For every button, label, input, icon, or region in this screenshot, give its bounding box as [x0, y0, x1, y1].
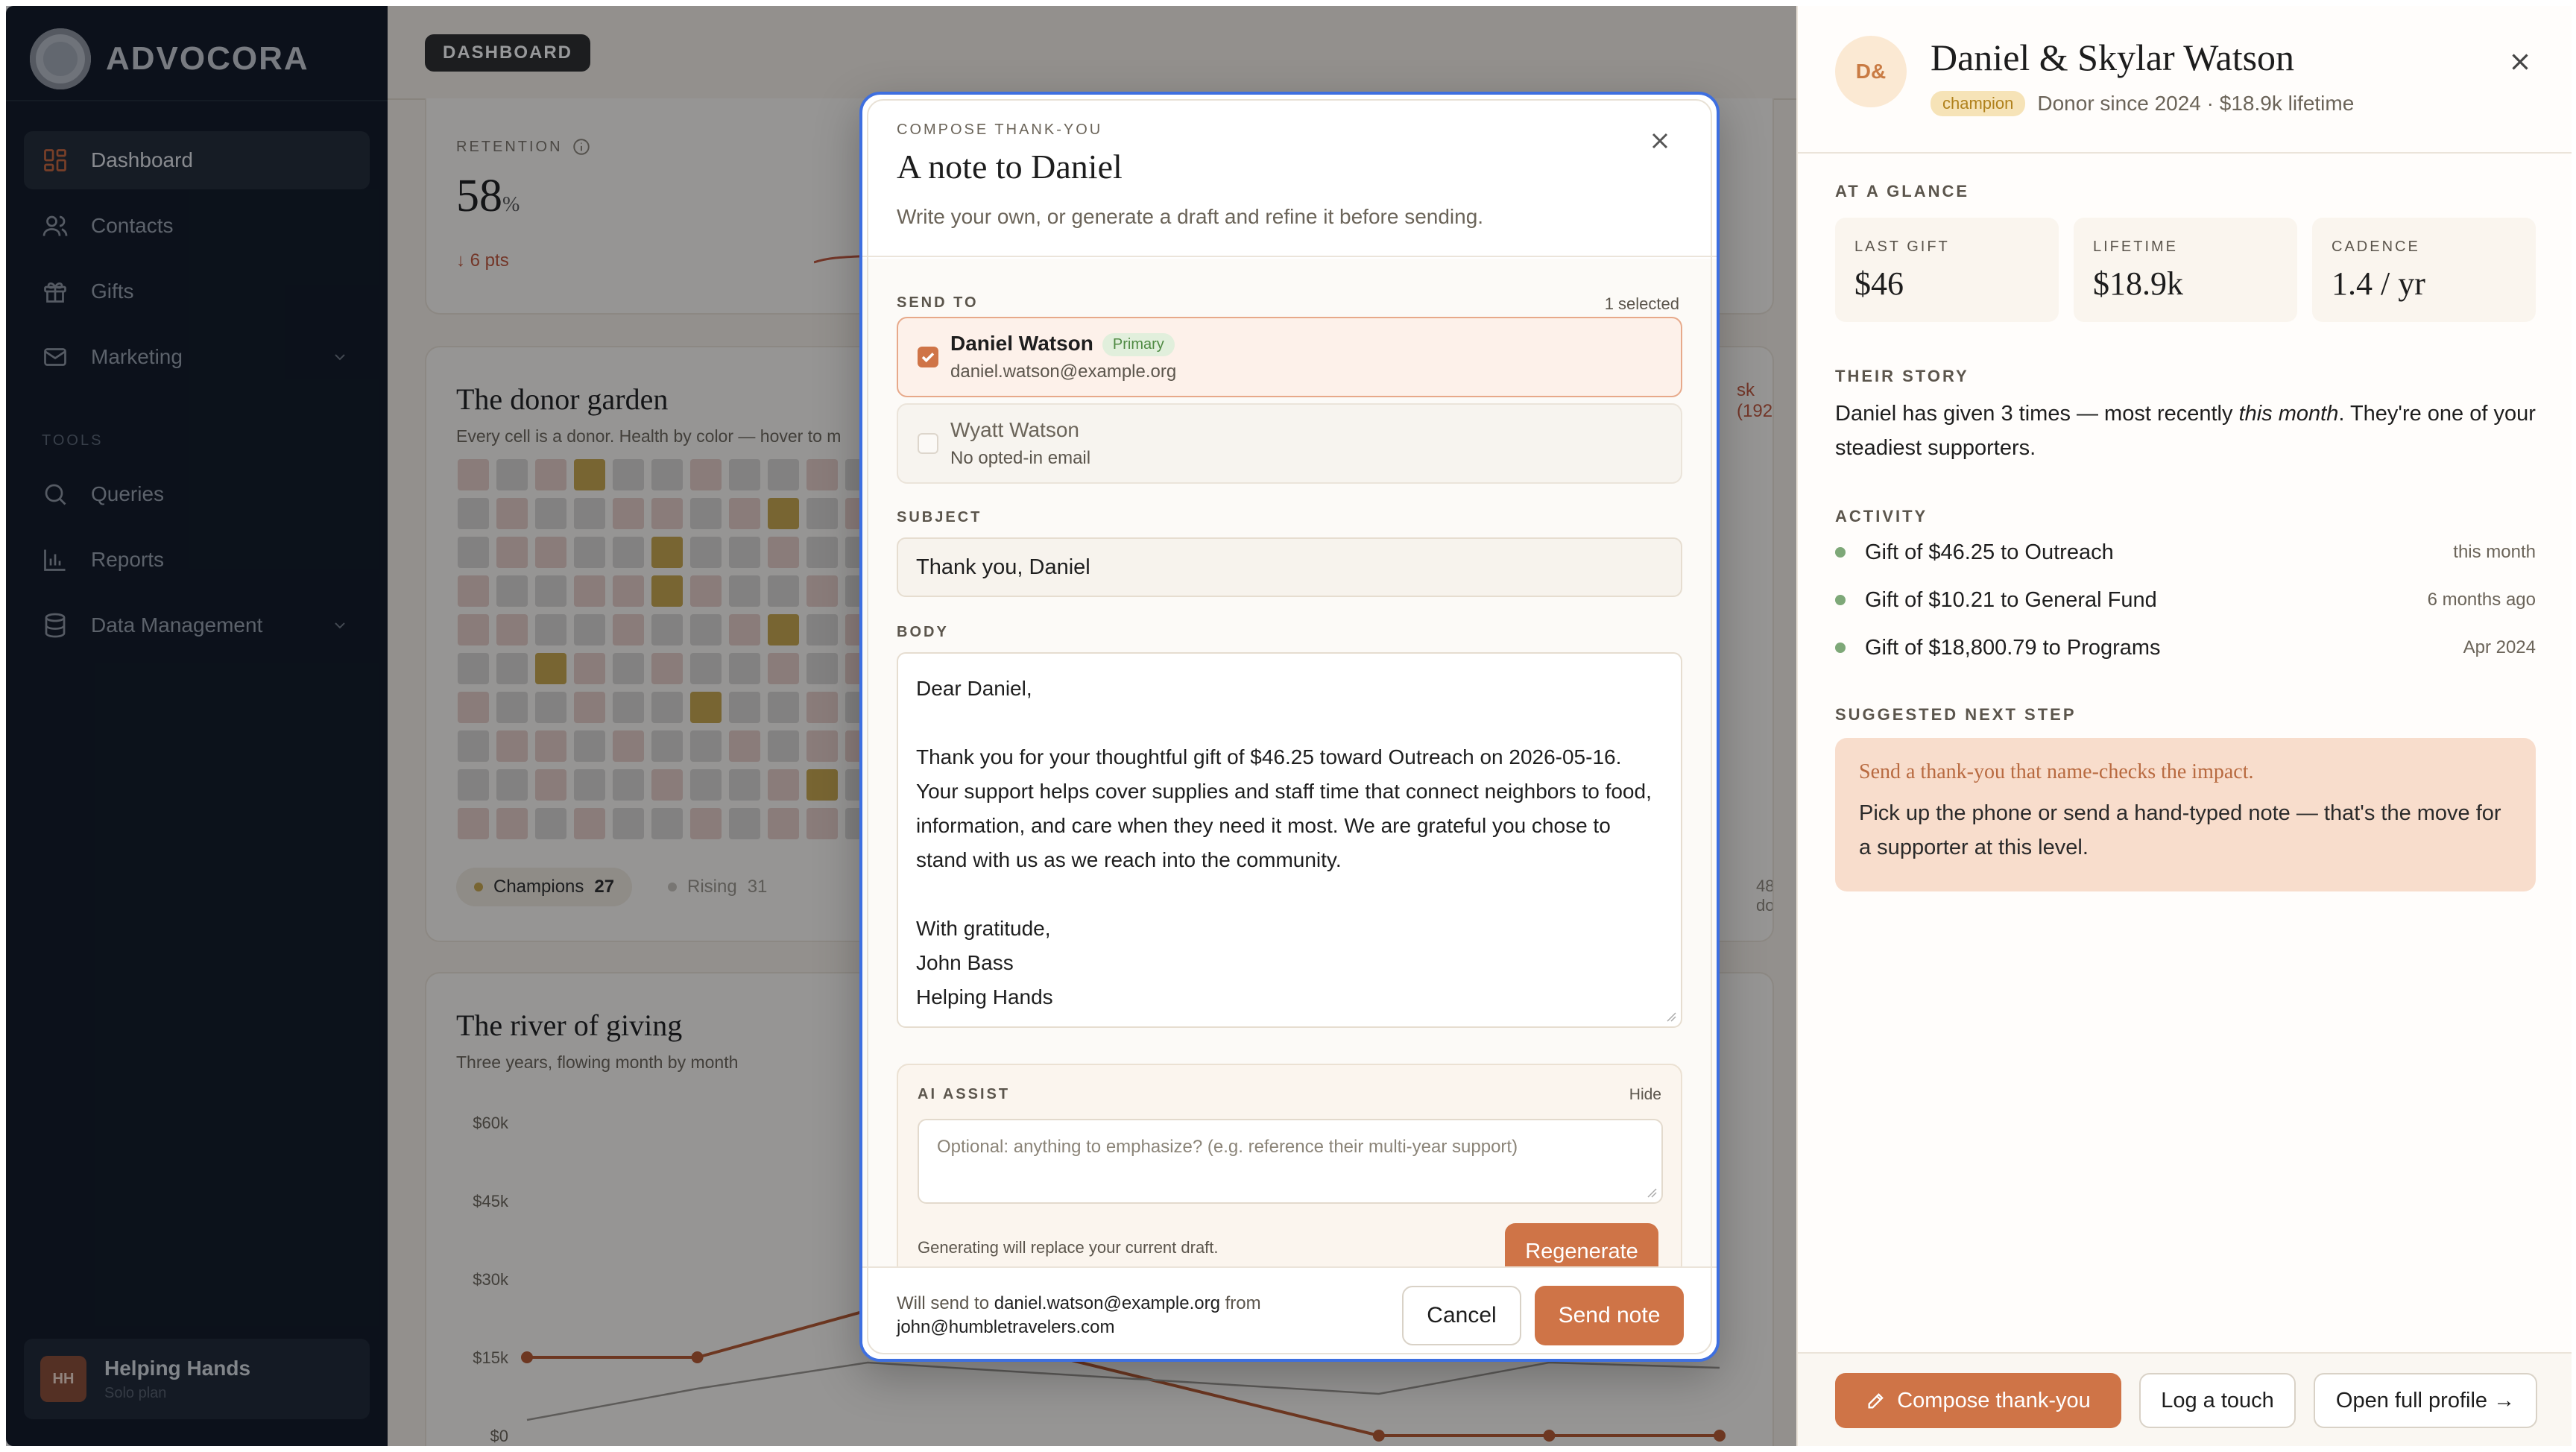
recipient-email: daniel.watson@example.org [950, 362, 1177, 382]
modal-header: COMPOSE THANK-YOU A note to Daniel Write… [862, 95, 1717, 257]
checkbox-checked[interactable] [918, 347, 938, 367]
subject-label: SUBJECT [897, 509, 982, 525]
ai-assist-panel: AI ASSIST Hide Optional: anything to emp… [897, 1064, 1682, 1266]
ai-assist-label: AI ASSIST [918, 1086, 1011, 1102]
activity-item: Gift of $46.25 to Outreach this month [1835, 534, 2536, 571]
send-note-button[interactable]: Send note [1535, 1286, 1684, 1345]
modal-title: A note to Daniel [897, 148, 1123, 186]
recipient-name: Daniel Watson [950, 332, 1093, 355]
panel-footer: Compose thank-you Log a touch Open full … [1798, 1352, 2572, 1446]
stat-lifetime: LIFETIME $18.9k [2074, 218, 2297, 322]
activity-label: ACTIVITY [1835, 507, 1928, 525]
stat-last-gift: LAST GIFT $46 [1835, 218, 2059, 322]
donor-avatar: D& [1835, 36, 1907, 107]
stat-label: LIFETIME [2093, 239, 2179, 255]
modal-kicker: COMPOSE THANK-YOU [897, 121, 1103, 138]
activity-text: Gift of $18,800.79 to Programs [1865, 635, 2161, 660]
activity-when: 6 months ago [2427, 590, 2536, 610]
story-text: Daniel has given 3 times — most recently [1835, 402, 2239, 426]
open-full-profile-button[interactable]: Open full profile → [2314, 1373, 2537, 1428]
cancel-button[interactable]: Cancel [1402, 1286, 1521, 1345]
ai-hide-link[interactable]: Hide [1629, 1086, 1661, 1104]
activity-when: this month [2453, 542, 2536, 562]
story-emphasis: this month [2238, 402, 2339, 426]
donor-story: Daniel has given 3 times — most recently… [1835, 397, 2536, 465]
resize-handle-icon[interactable] [1664, 1010, 1676, 1022]
close-icon[interactable] [2506, 48, 2534, 76]
activity-dot [1835, 595, 1846, 605]
recipient-email: No opted-in email [950, 448, 1091, 468]
champion-badge: champion [1931, 91, 2026, 116]
stat-value: $46 [1854, 265, 1904, 302]
recipient-wyatt: Wyatt Watson No opted-in email [897, 403, 1682, 484]
donor-profile-panel: D& Daniel & Skylar Watson champion Donor… [1796, 6, 2572, 1446]
activity-text: Gift of $46.25 to Outreach [1865, 540, 2114, 564]
close-icon[interactable] [1647, 127, 1673, 154]
next-step-description: Pick up the phone or send a hand-typed n… [1859, 801, 2501, 859]
button-label: Compose thank-you [1897, 1388, 2091, 1412]
send-prefix: Will send to [897, 1293, 990, 1313]
ai-prompt-input[interactable]: Optional: anything to emphasize? (e.g. r… [918, 1119, 1663, 1204]
modal-footer: Will send to daniel.watson@example.org f… [862, 1266, 1717, 1359]
ai-prompt-placeholder: Optional: anything to emphasize? (e.g. r… [937, 1137, 1518, 1157]
regenerate-button[interactable]: Regenerate [1505, 1223, 1658, 1266]
stat-value: $18.9k [2093, 265, 2183, 302]
panel-divider [1798, 152, 2572, 154]
recipient-daniel[interactable]: Daniel Watson Primary daniel.watson@examp… [897, 317, 1682, 397]
compose-thank-you-button[interactable]: Compose thank-you [1835, 1373, 2121, 1428]
donor-name: Daniel & Skylar Watson [1931, 37, 2295, 78]
activity-item: Gift of $10.21 to General Fund 6 months … [1835, 581, 2536, 619]
donor-meta: Donor since 2024 · $18.9k lifetime [2037, 92, 2355, 115]
activity-dot [1835, 547, 1846, 558]
check-icon [921, 353, 935, 363]
send-from-word: from [1225, 1293, 1261, 1313]
activity-text: Gift of $10.21 to General Fund [1865, 587, 2157, 612]
at-a-glance-label: AT A GLANCE [1835, 182, 1970, 201]
modal-body: SEND TO 1 selected Daniel Watson Primary … [862, 259, 1717, 1266]
stat-value: 1.4 / yr [2332, 265, 2425, 302]
log-touch-button[interactable]: Log a touch [2139, 1373, 2296, 1428]
modal-subtitle: Write your own, or generate a draft and … [897, 205, 1484, 228]
activity-item: Gift of $18,800.79 to Programs Apr 2024 [1835, 629, 2536, 666]
selected-count: 1 selected [1604, 294, 1679, 313]
next-step-card: Send a thank-you that name-checks the im… [1835, 738, 2536, 891]
body-value: Dear Daniel, Thank you for your thoughtf… [916, 677, 1652, 1008]
checkbox-disabled [918, 433, 938, 454]
send-to-email: daniel.watson@example.org [994, 1293, 1220, 1313]
ai-note: Generating will replace your current dra… [918, 1238, 1219, 1257]
recipient-name: Wyatt Watson [950, 418, 1079, 441]
their-story-label: THEIR STORY [1835, 367, 1969, 385]
body-label: BODY [897, 624, 949, 640]
send-to-label: SEND TO [897, 294, 979, 311]
compose-thank-you-modal: COMPOSE THANK-YOU A note to Daniel Write… [859, 92, 1720, 1362]
next-step-label: SUGGESTED NEXT STEP [1835, 705, 2077, 724]
activity-when: Apr 2024 [2463, 637, 2536, 657]
resize-handle-icon[interactable] [1645, 1186, 1657, 1198]
stat-cadence: CADENCE 1.4 / yr [2312, 218, 2536, 322]
stat-label: LAST GIFT [1854, 239, 1950, 255]
send-from-email: john@humbletravelers.com [897, 1317, 1115, 1337]
activity-dot [1835, 643, 1846, 653]
primary-badge: Primary [1102, 333, 1175, 357]
body-textarea[interactable]: Dear Daniel, Thank you for your thoughtf… [897, 652, 1682, 1028]
subject-value: Thank you, Daniel [916, 555, 1090, 579]
pencil-icon [1868, 1393, 1884, 1409]
subject-input[interactable]: Thank you, Daniel [897, 537, 1682, 597]
next-step-title: Send a thank-you that name-checks the im… [1859, 760, 2254, 783]
send-summary: Will send to daniel.watson@example.org f… [897, 1292, 1344, 1339]
stat-label: CADENCE [2332, 239, 2420, 255]
